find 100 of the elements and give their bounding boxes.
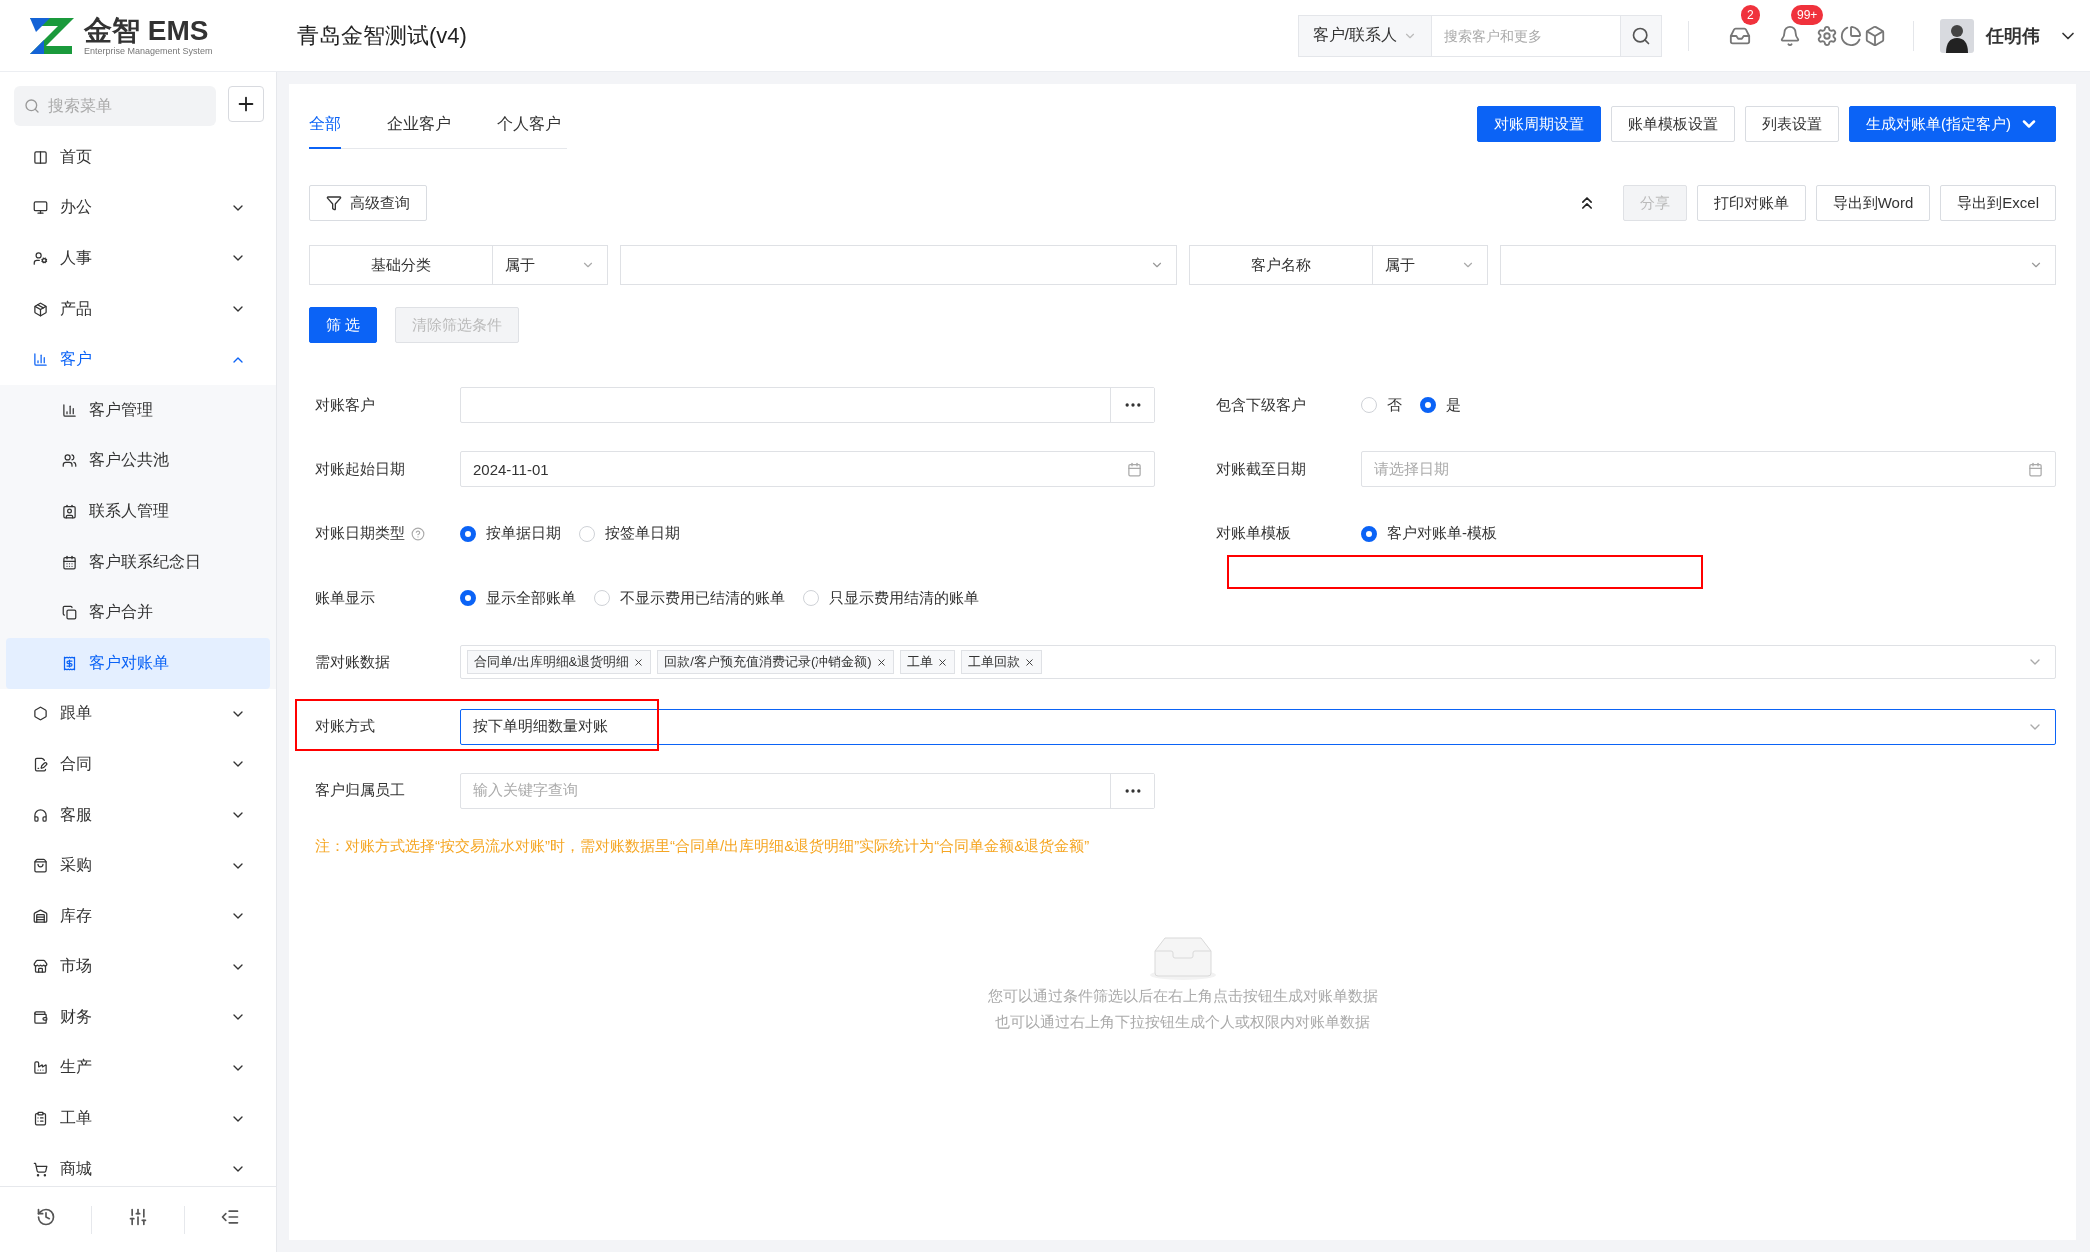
pie-chart-icon[interactable] <box>1839 23 1863 48</box>
tags-field[interactable]: 合同单/出库明细&退货明细 回款/客户预充值消费记录(冲销金额) 工单 工单回款 <box>460 645 2056 680</box>
bell-icon[interactable] <box>1778 23 1802 48</box>
menu-icon <box>62 453 77 469</box>
menu-search-field[interactable]: 搜索菜单 <box>14 86 216 126</box>
menu-icon <box>33 908 48 924</box>
radio-dot[interactable] <box>460 525 476 542</box>
brand-subtitle: Enterprise Management System <box>84 45 213 56</box>
radio-dot[interactable] <box>460 590 476 607</box>
radio-option[interactable]: 只显示费用结清的账单 <box>803 588 979 608</box>
toolbar-button[interactable]: 打印对账单 <box>1696 185 1806 221</box>
menu-icon <box>62 605 77 621</box>
menu-icon <box>33 200 48 216</box>
action-button[interactable]: 列表设置 <box>1745 106 1839 142</box>
menu-item[interactable]: 采购 <box>0 840 276 891</box>
menu-icon <box>33 251 48 266</box>
field-label: 对账截至日期 <box>1216 459 1306 479</box>
logo-icon <box>28 15 76 56</box>
select-field[interactable]: 按下单明细数量对账 <box>460 708 2056 745</box>
field-label: 对账单模板 <box>1216 524 1291 544</box>
radio-option[interactable]: 显示全部账单 <box>460 588 576 608</box>
field-label: 账单显示 <box>315 588 375 608</box>
field-label: 包含下级客户 <box>1216 395 1306 415</box>
menu-item[interactable]: 合同 <box>0 739 276 790</box>
field-label: 对账客户 <box>315 395 375 415</box>
menu-icon <box>33 352 48 368</box>
filter-button[interactable]: 筛 选 <box>309 307 378 343</box>
submenu-item[interactable]: 客户公共池 <box>6 435 270 487</box>
menu-icon <box>33 1060 48 1076</box>
radio-option[interactable]: 按单据日期 <box>460 524 561 544</box>
submenu-item[interactable]: 客户合并 <box>6 587 270 638</box>
menu-icon <box>62 402 77 418</box>
menu-item[interactable]: 财务 <box>0 992 276 1043</box>
menu-icon <box>33 1111 48 1127</box>
search-icon[interactable] <box>1620 14 1662 57</box>
field-label: 需对账数据 <box>315 652 390 672</box>
radio-dot[interactable] <box>1361 525 1377 542</box>
radio-dot[interactable] <box>1420 397 1436 414</box>
field-label: 对账方式 <box>315 717 375 737</box>
operator-select[interactable]: 属于 <box>493 245 608 285</box>
field-label: 对账起始日期 <box>315 459 405 479</box>
menu-item[interactable]: 办公 <box>0 182 276 234</box>
tag: 工单回款 <box>960 650 1042 675</box>
avatar <box>1940 18 1974 53</box>
calendar-icon <box>1127 461 1142 477</box>
remove-icon[interactable] <box>875 656 887 668</box>
settings-icon[interactable] <box>1815 23 1839 48</box>
field-label: 客户归属员工 <box>315 781 405 801</box>
menu-item[interactable]: 产品 <box>0 283 276 335</box>
tag: 合同单/出库明细&退货明细 <box>467 650 652 675</box>
add-icon[interactable] <box>228 86 264 122</box>
search-field[interactable]: 搜索客户和更多 <box>1432 14 1620 57</box>
radio-option[interactable]: 是 <box>1420 395 1461 415</box>
menu-item[interactable]: 工单 <box>0 1093 276 1144</box>
menu-item[interactable]: 生产 <box>0 1042 276 1094</box>
user-menu[interactable]: 任明伟 <box>1940 18 2090 53</box>
tab[interactable]: 个人客户 <box>497 106 561 149</box>
menu-item[interactable]: 客户 <box>0 334 276 385</box>
date-field[interactable]: 2024-11-01 <box>460 451 1155 488</box>
submenu-item[interactable]: 客户管理 <box>6 384 270 436</box>
action-button[interactable]: 生成对账单(指定客户) <box>1849 106 2056 142</box>
radio-option[interactable]: 按签单日期 <box>579 524 680 544</box>
operator-select[interactable]: 属于 <box>1372 245 1488 285</box>
menu-icon <box>33 149 48 165</box>
tab[interactable]: 企业客户 <box>387 106 451 149</box>
remove-icon[interactable] <box>1023 656 1035 668</box>
menu-item[interactable]: 跟单 <box>0 688 276 740</box>
radio-option[interactable]: 不显示费用已结清的账单 <box>594 588 785 608</box>
filter-icon <box>326 195 342 211</box>
menu-item[interactable]: 商城 <box>0 1143 276 1186</box>
remove-icon[interactable] <box>633 656 645 668</box>
toolbar-button[interactable]: 导出到Word <box>1815 185 1931 221</box>
menu-icon <box>62 655 77 671</box>
advanced-search-button[interactable]: 高级查询 <box>309 185 427 221</box>
menu-item[interactable]: 市场 <box>0 941 276 993</box>
action-button[interactable]: 账单模板设置 <box>1611 106 1735 142</box>
brand-name: 金智 EMS <box>84 15 210 46</box>
menu-icon <box>33 807 48 823</box>
menu-item[interactable]: 人事 <box>0 233 276 284</box>
empty-inbox-icon <box>1149 936 1216 981</box>
menu-icon <box>33 756 48 772</box>
action-button[interactable]: 对账周期设置 <box>1477 106 1601 142</box>
menu-icon <box>33 1161 48 1177</box>
more-icon[interactable] <box>1110 773 1154 808</box>
menu-item[interactable]: 库存 <box>0 890 276 942</box>
search-scope-dropdown[interactable]: 客户/联系人 <box>1297 14 1432 57</box>
remove-icon[interactable] <box>936 656 948 668</box>
menu-item[interactable]: 客服 <box>0 789 276 841</box>
filter-field: 基础分类 <box>309 245 493 285</box>
tab[interactable]: 全部 <box>309 106 341 149</box>
radio-option[interactable]: 否 <box>1361 395 1402 415</box>
picker-field[interactable] <box>460 387 1155 424</box>
radio-option[interactable]: 客户对账单-模板 <box>1361 524 1497 544</box>
toolbar-button[interactable]: 导出到Excel <box>1940 185 2056 221</box>
submenu-item[interactable]: 客户对账单 <box>6 637 270 689</box>
menu-item[interactable]: 首页 <box>0 132 276 183</box>
more-icon[interactable] <box>1110 388 1154 423</box>
box-icon[interactable] <box>1863 23 1887 48</box>
submenu-item[interactable]: 客户联系纪念日 <box>6 536 270 588</box>
submenu-item[interactable]: 联系人管理 <box>6 486 270 537</box>
